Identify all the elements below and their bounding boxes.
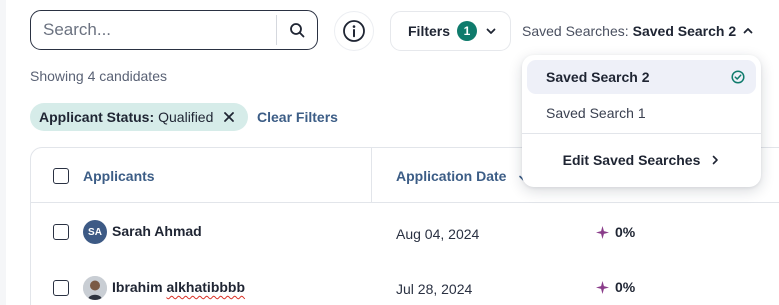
sparkle-icon [596,280,609,294]
search-box [30,10,318,50]
table-row: Ibrahim alkhatibbbb Jul 28, 2024 0% [31,259,779,305]
remove-filter-button[interactable] [223,111,235,123]
filter-chip-key: Applicant Status: [39,109,155,125]
search-input[interactable] [31,11,277,49]
dropdown-divider [522,133,761,134]
search-icon [290,23,305,38]
application-date: Jul 28, 2024 [396,281,473,297]
edit-saved-searches-button[interactable]: Edit Saved Searches [522,143,761,177]
applicant-name-first: Ibrahim [112,279,167,295]
row-checkbox[interactable] [53,224,69,240]
person-photo-icon [83,276,107,300]
saved-search-option-label: Saved Search 1 [546,105,646,121]
clear-filters-link[interactable]: Clear Filters [257,109,338,125]
avatar-photo [83,276,107,300]
avatar: SA [83,220,107,244]
column-header-application-date[interactable]: Application Date [396,168,506,184]
saved-search-option-selected[interactable]: Saved Search 2 [527,60,756,94]
saved-search-option[interactable]: Saved Search 1 [527,96,756,130]
match-score: 0% [596,224,635,240]
saved-searches-toggle[interactable]: Saved Searches: Saved Search 2 [522,22,754,40]
table-row: SA Sarah Ahmad Aug 04, 2024 0% [31,204,779,259]
applicant-name-last: alkhatibbbb [166,279,246,295]
saved-search-option-label: Saved Search 2 [546,69,650,85]
sparkle-icon [596,225,609,239]
saved-searches-label: Saved Searches: [522,23,629,39]
edit-saved-searches-label: Edit Saved Searches [562,152,701,168]
filters-button[interactable]: Filters 1 [390,11,511,51]
applicant-name-text: Sarah Ahmad [112,223,202,239]
column-header-applicants[interactable]: Applicants [83,168,155,184]
match-score-value: 0% [615,279,636,295]
filter-chip: Applicant Status: Qualified [30,103,248,131]
row-checkbox[interactable] [53,280,69,296]
avatar-initials: SA [88,226,102,238]
chevron-up-icon [743,28,753,34]
column-separator [371,148,372,203]
filter-chip-value: Qualified [158,109,214,125]
info-button[interactable] [334,11,374,51]
filters-count-badge: 1 [457,21,478,41]
select-all-checkbox[interactable] [53,168,69,184]
filters-label: Filters [408,23,451,39]
applicant-name[interactable]: Sarah Ahmad [112,223,202,239]
chevron-right-icon [713,155,719,165]
check-circle-icon [731,70,745,84]
saved-searches-current: Saved Search 2 [632,23,737,39]
saved-searches-dropdown: Saved Search 2 Saved Search 1 Edit Saved… [522,55,761,187]
match-score: 0% [596,279,635,295]
search-button[interactable] [277,11,317,49]
chevron-down-icon [486,28,496,34]
info-icon [343,20,365,42]
results-count: Showing 4 candidates [30,68,167,84]
match-score-value: 0% [615,224,636,240]
applicant-name[interactable]: Ibrahim alkhatibbbb [112,279,245,295]
application-date: Aug 04, 2024 [396,226,480,242]
close-icon [224,112,235,122]
